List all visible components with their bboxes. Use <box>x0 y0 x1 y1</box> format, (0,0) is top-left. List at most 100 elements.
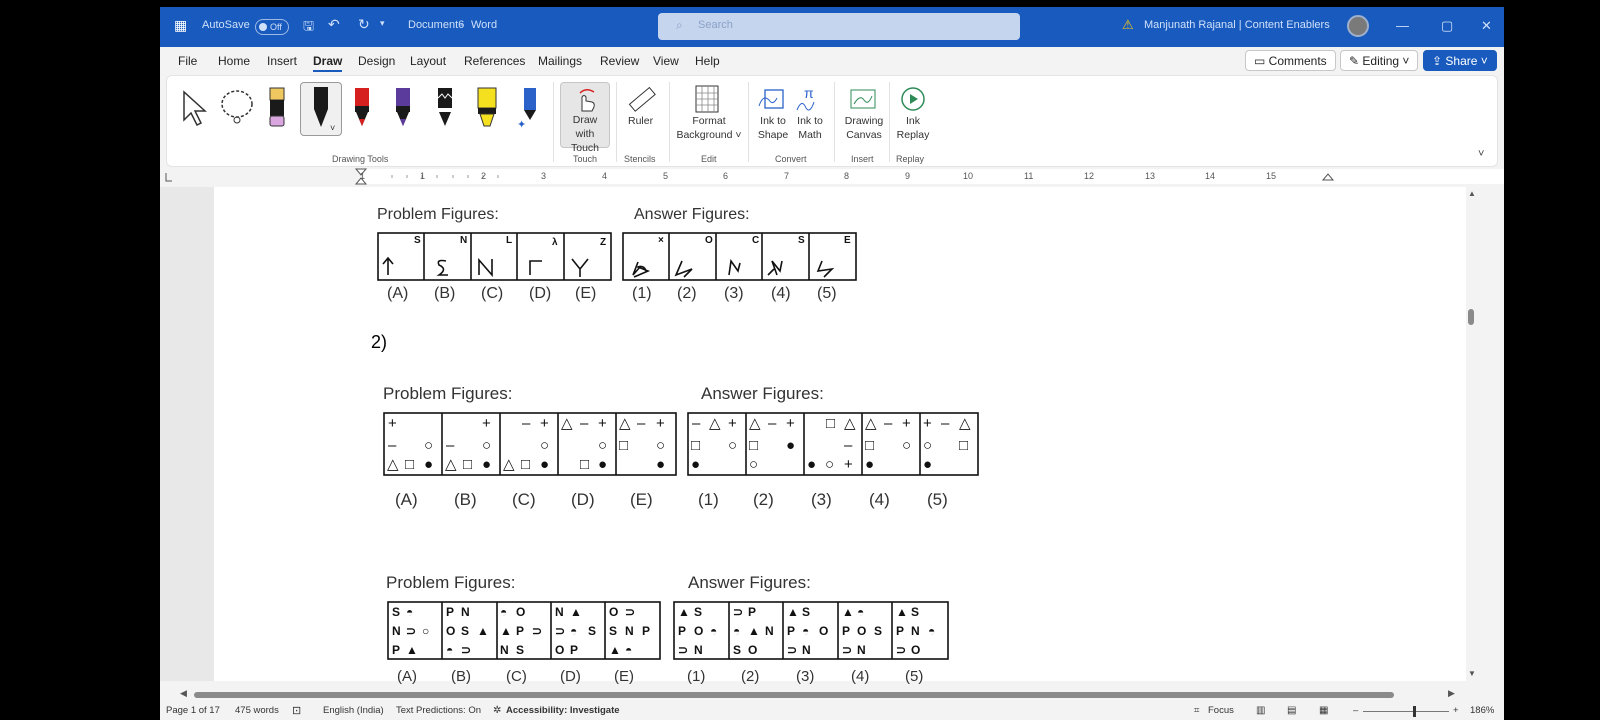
svg-text:+: + <box>902 415 911 432</box>
web-layout-icon[interactable]: ▦ <box>1319 705 1328 716</box>
zoom-out-icon[interactable]: – <box>1353 705 1358 716</box>
highlighter-yellow-icon[interactable] <box>474 86 500 130</box>
svg-text:●: ● <box>691 456 700 473</box>
svg-text:□: □ <box>959 437 968 454</box>
svg-text:●: ● <box>923 456 932 473</box>
zoom-in-icon[interactable]: + <box>1453 705 1459 716</box>
maximize-icon[interactable]: ▢ <box>1441 18 1453 34</box>
zoom-slider-thumb[interactable] <box>1413 706 1416 717</box>
svg-text:–: – <box>522 415 531 432</box>
undo-icon[interactable]: ↶ <box>328 16 340 33</box>
pen-black-icon[interactable] <box>433 86 457 130</box>
proofing-icon[interactable]: ⊡ <box>292 704 301 717</box>
tab-layout[interactable]: Layout <box>410 54 446 68</box>
ruler-number: 5 <box>663 171 669 181</box>
drawing-canvas-label[interactable]: Drawing Canvas <box>843 114 885 142</box>
tab-insert[interactable]: Insert <box>267 54 297 68</box>
ink-to-math-icon[interactable]: π <box>794 84 824 114</box>
tab-design[interactable]: Design <box>358 54 395 68</box>
ink-replay-icon[interactable] <box>898 84 928 114</box>
eraser-icon[interactable] <box>265 86 289 130</box>
draw-with-touch-button[interactable]: Draw with Touch <box>560 82 610 154</box>
action-pen-icon[interactable]: ✦ <box>517 86 541 130</box>
close-icon[interactable]: ✕ <box>1481 18 1492 34</box>
autosave-toggle[interactable]: Off <box>255 19 289 35</box>
tab-references[interactable]: References <box>464 54 525 68</box>
format-background-label[interactable]: Format Background ˅ <box>675 114 743 142</box>
scroll-left-icon[interactable]: ◀ <box>180 688 187 699</box>
ink-to-math-label[interactable]: Ink to Math <box>792 114 828 142</box>
ruler-number: 3 <box>541 171 547 181</box>
print-layout-icon[interactable]: ▤ <box>1287 705 1296 716</box>
svg-text:□: □ <box>749 437 758 454</box>
scroll-down-icon[interactable]: ▼ <box>1468 669 1476 678</box>
ink-replay-label[interactable]: Ink Replay <box>895 114 931 142</box>
tab-home[interactable]: Home <box>218 54 250 68</box>
tab-review[interactable]: Review <box>600 54 639 68</box>
qat-chevron-icon[interactable]: ▾ <box>380 18 385 29</box>
svg-text:◓: ◓ <box>406 605 413 619</box>
tab-help[interactable]: Help <box>695 54 720 68</box>
stencils-group-label: Stencils <box>624 154 656 164</box>
pen-purple-icon[interactable] <box>391 86 415 130</box>
minimize-icon[interactable]: — <box>1396 18 1409 33</box>
ruler-number: 10 <box>963 171 974 181</box>
ink-to-shape-label[interactable]: Ink to Shape <box>755 114 791 142</box>
svg-text:⊃: ⊃ <box>555 624 565 638</box>
tab-draw[interactable]: Draw <box>313 54 343 72</box>
svg-text:□: □ <box>691 437 700 454</box>
ruler-label[interactable]: Ruler <box>628 114 653 128</box>
tab-mailings[interactable]: Mailings <box>538 54 582 68</box>
comments-button[interactable]: ▭ Comments <box>1245 50 1336 71</box>
pen-black-selected[interactable]: ˅ <box>300 82 342 136</box>
collapse-ribbon-icon[interactable]: ˅ <box>1478 148 1484 160</box>
lasso-select-icon[interactable] <box>217 88 257 128</box>
svg-text:□: □ <box>521 456 530 473</box>
ruler-number: 11 <box>1024 171 1034 181</box>
scroll-up-icon[interactable]: ▲ <box>1468 189 1476 198</box>
zoom-level[interactable]: 186% <box>1470 705 1494 716</box>
word-count[interactable]: 475 words <box>235 705 279 716</box>
horizontal-scrollbar[interactable]: ◀ ▶ <box>180 688 1456 699</box>
horizontal-ruler[interactable]: 1 1 2 3 4 5 6 7 8 9 10 11 12 13 14 15 <box>160 167 1504 187</box>
tab-view[interactable]: View <box>653 54 679 68</box>
svg-text:⊃: ⊃ <box>896 643 906 657</box>
read-mode-icon[interactable]: ▥ <box>1256 705 1265 716</box>
vertical-scrollbar[interactable]: ▲ ▼ <box>1466 187 1504 687</box>
vertical-scroll-thumb[interactable] <box>1468 309 1474 325</box>
svg-text:+: + <box>482 415 491 432</box>
ink-to-shape-icon[interactable] <box>757 84 787 114</box>
avatar[interactable] <box>1347 15 1369 37</box>
horizontal-scroll-thumb[interactable] <box>194 692 1394 698</box>
title-bar: ▦ AutoSave Off 🖫 ↶ ↻ ▾ Document6 - Word … <box>160 7 1504 47</box>
touch-group-label: Touch <box>573 154 598 164</box>
editing-button[interactable]: ✎ Editing ˅ <box>1340 50 1419 71</box>
format-background-icon[interactable] <box>693 84 721 114</box>
redo-icon[interactable]: ↻ <box>358 16 370 33</box>
zoom-slider[interactable] <box>1363 711 1449 712</box>
save-icon[interactable]: 🖫 <box>303 17 314 39</box>
pen-red-icon[interactable] <box>350 86 374 130</box>
scroll-right-icon[interactable]: ▶ <box>1448 688 1455 699</box>
svg-text:+: + <box>388 415 397 432</box>
ruler-icon[interactable] <box>627 84 657 114</box>
language[interactable]: English (India) <box>323 705 384 716</box>
svg-text:▲: ▲ <box>500 624 512 638</box>
warning-icon[interactable]: ⚠ <box>1122 17 1134 33</box>
ruler-number: 1 <box>360 171 366 181</box>
svg-text:O: O <box>819 624 828 638</box>
accessibility-status[interactable]: Accessibility: Investigate <box>506 705 620 716</box>
document-page[interactable]: Problem Figures: Answer Figures: S N L λ… <box>214 187 1466 685</box>
search-box[interactable]: ⌕ Search <box>658 13 1020 40</box>
page-count[interactable]: Page 1 of 17 <box>166 705 220 716</box>
share-button[interactable]: ⇪ Share ˅ <box>1423 50 1497 71</box>
text-predictions[interactable]: Text Predictions: On <box>396 705 481 716</box>
svg-text:–: – <box>844 437 853 454</box>
select-arrow-icon[interactable] <box>179 88 209 128</box>
word-window: ▦ AutoSave Off 🖫 ↶ ↻ ▾ Document6 - Word … <box>160 7 1504 720</box>
drawing-canvas-icon[interactable] <box>848 84 878 114</box>
tab-file[interactable]: File <box>178 54 197 68</box>
user-name[interactable]: Manjunath Rajanal | Content Enablers <box>1144 19 1330 31</box>
focus-button[interactable]: Focus <box>1208 705 1234 716</box>
block2-answer-label-3: (3) <box>811 490 832 509</box>
